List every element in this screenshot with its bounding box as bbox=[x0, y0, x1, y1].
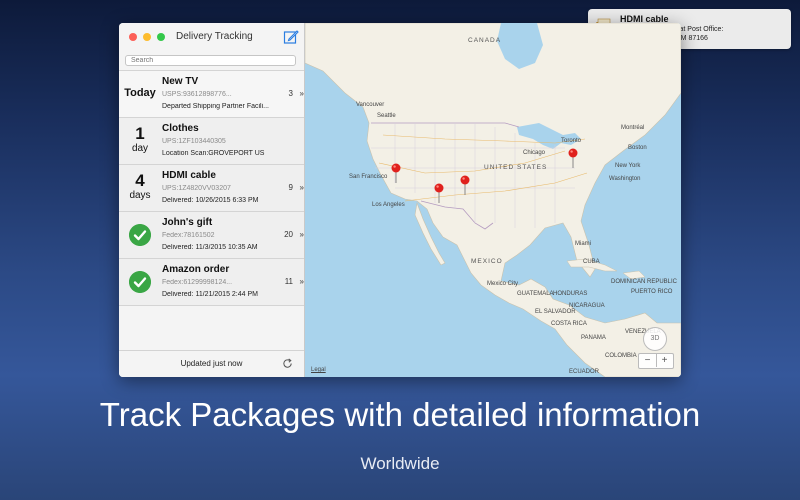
refresh-icon[interactable] bbox=[282, 358, 293, 369]
city-label: Los Angeles bbox=[372, 202, 405, 208]
country-label: ECUADOR bbox=[569, 369, 600, 375]
titlebar: Delivery Tracking bbox=[119, 23, 304, 49]
eta-label: Today bbox=[124, 87, 156, 99]
zoom-window-button[interactable] bbox=[157, 33, 165, 41]
update-count: 9 bbox=[288, 183, 293, 192]
search-input[interactable] bbox=[125, 55, 296, 66]
eta-unit: day bbox=[131, 143, 149, 154]
country-label: PUERTO RICO bbox=[631, 289, 673, 295]
package-name: New TV bbox=[162, 76, 199, 87]
zoom-control: − + bbox=[638, 353, 674, 369]
country-label: UNITED STATES bbox=[484, 164, 548, 171]
city-label: San Francisco bbox=[349, 174, 388, 180]
country-label: HONDURAS bbox=[553, 291, 588, 297]
update-count: 11 bbox=[284, 277, 293, 286]
country-label: PANAMA bbox=[581, 335, 606, 341]
chevron-right-icon[interactable]: » bbox=[300, 183, 305, 192]
package-name: John's gift bbox=[162, 217, 213, 228]
zoom-in-button[interactable]: + bbox=[656, 354, 673, 367]
north-america-land bbox=[305, 23, 681, 377]
window-title: Delivery Tracking bbox=[176, 31, 253, 42]
package-status: Location Scan:GROVEPORT US bbox=[162, 150, 265, 157]
legal-link[interactable]: Legal bbox=[311, 367, 326, 373]
delivered-check-icon bbox=[129, 271, 151, 293]
location-pin-icon[interactable] bbox=[434, 183, 444, 203]
package-name: HDMI cable bbox=[162, 170, 216, 181]
package-row[interactable]: Today New TV USPS:93612898776... Departe… bbox=[119, 70, 304, 118]
package-status: Delivered: 10/26/2015 6:33 PM bbox=[162, 197, 259, 204]
minimize-window-button[interactable] bbox=[143, 33, 151, 41]
tracking-number: Fedex:61299998124... bbox=[162, 279, 233, 286]
country-label: GUATEMALA bbox=[517, 291, 554, 297]
tracking-number: Fedex:78161502 bbox=[162, 232, 215, 239]
city-label: Montréal bbox=[621, 125, 645, 131]
package-status: Delivered: 11/21/2015 2:44 PM bbox=[162, 291, 258, 298]
update-count: 3 bbox=[288, 89, 293, 98]
package-row[interactable]: John's gift Fedex:78161502 Delivered: 11… bbox=[119, 212, 304, 259]
country-label: CUBA bbox=[583, 259, 600, 265]
city-label: Boston bbox=[628, 145, 647, 151]
location-pin-icon[interactable] bbox=[568, 148, 578, 168]
city-label: Toronto bbox=[561, 138, 582, 144]
country-label: CANADA bbox=[468, 37, 502, 44]
country-label: EL SALVADOR bbox=[535, 309, 576, 315]
app-window: Delivery Tracking Today New TV USPS:9361… bbox=[119, 23, 681, 377]
package-status: Delivered: 11/3/2015 10:35 AM bbox=[162, 244, 258, 251]
package-row[interactable]: 4 days HDMI cable UPS:1Z4820VV03207 Deli… bbox=[119, 165, 304, 212]
city-label: New York bbox=[615, 163, 641, 169]
chevron-right-icon[interactable]: » bbox=[300, 230, 305, 239]
location-pin-icon[interactable] bbox=[460, 175, 470, 195]
country-label: MEXICO bbox=[471, 258, 503, 265]
chevron-right-icon[interactable]: » bbox=[300, 277, 305, 286]
eta-unit: days bbox=[129, 190, 151, 201]
city-label: Mexico City bbox=[487, 281, 519, 287]
promo-subline: Worldwide bbox=[360, 454, 440, 473]
promo-headline: Track Packages with detailed information bbox=[99, 396, 701, 433]
package-name: Clothes bbox=[162, 123, 199, 134]
package-status: Departed Shipping Partner Facili... bbox=[162, 103, 269, 110]
update-count: 20 bbox=[284, 230, 293, 239]
update-status: Updated just now bbox=[180, 359, 243, 368]
city-label: Miami bbox=[575, 241, 591, 247]
eta-number: 4 bbox=[135, 171, 145, 190]
city-label: Chicago bbox=[523, 150, 546, 156]
map-view[interactable]: CANADA UNITED STATES MEXICO GUATEMALA HO… bbox=[305, 23, 681, 377]
zoom-out-button[interactable]: − bbox=[639, 354, 657, 367]
country-label: COLOMBIA bbox=[605, 353, 637, 359]
city-label: Seattle bbox=[377, 113, 396, 119]
city-label: Vancouver bbox=[356, 102, 385, 108]
country-label: DOMINICAN REPUBLIC bbox=[611, 279, 678, 285]
map-canvas bbox=[305, 23, 681, 377]
city-label: Washington bbox=[609, 176, 641, 182]
tracking-number: USPS:93612898776... bbox=[162, 91, 232, 98]
package-list: Today New TV USPS:93612898776... Departe… bbox=[119, 70, 304, 306]
map-3d-button[interactable]: 3D bbox=[643, 327, 667, 351]
country-label: NICARAGUA bbox=[569, 303, 605, 309]
hispaniola-land bbox=[622, 270, 646, 280]
close-window-button[interactable] bbox=[129, 33, 137, 41]
eta-days: 4 days bbox=[123, 171, 157, 201]
package-row[interactable]: Amazon order Fedex:61299998124... Delive… bbox=[119, 259, 304, 306]
package-name: Amazon order bbox=[162, 264, 230, 275]
eta-number: 1 bbox=[135, 124, 145, 143]
sidebar-footer: Updated just now bbox=[119, 350, 304, 377]
tracking-number: UPS:1ZF103440305 bbox=[162, 138, 226, 145]
compose-icon[interactable] bbox=[283, 29, 299, 45]
eta-days: 1 day bbox=[123, 124, 157, 154]
tracking-number: UPS:1Z4820VV03207 bbox=[162, 185, 231, 192]
package-row[interactable]: 1 day Clothes UPS:1ZF103440305 Location … bbox=[119, 118, 304, 165]
location-pin-icon[interactable] bbox=[391, 163, 401, 183]
country-label: COSTA RICA bbox=[551, 321, 587, 327]
delivered-check-icon bbox=[129, 224, 151, 246]
sidebar: Delivery Tracking Today New TV USPS:9361… bbox=[119, 23, 305, 377]
chevron-right-icon[interactable]: » bbox=[300, 89, 305, 98]
